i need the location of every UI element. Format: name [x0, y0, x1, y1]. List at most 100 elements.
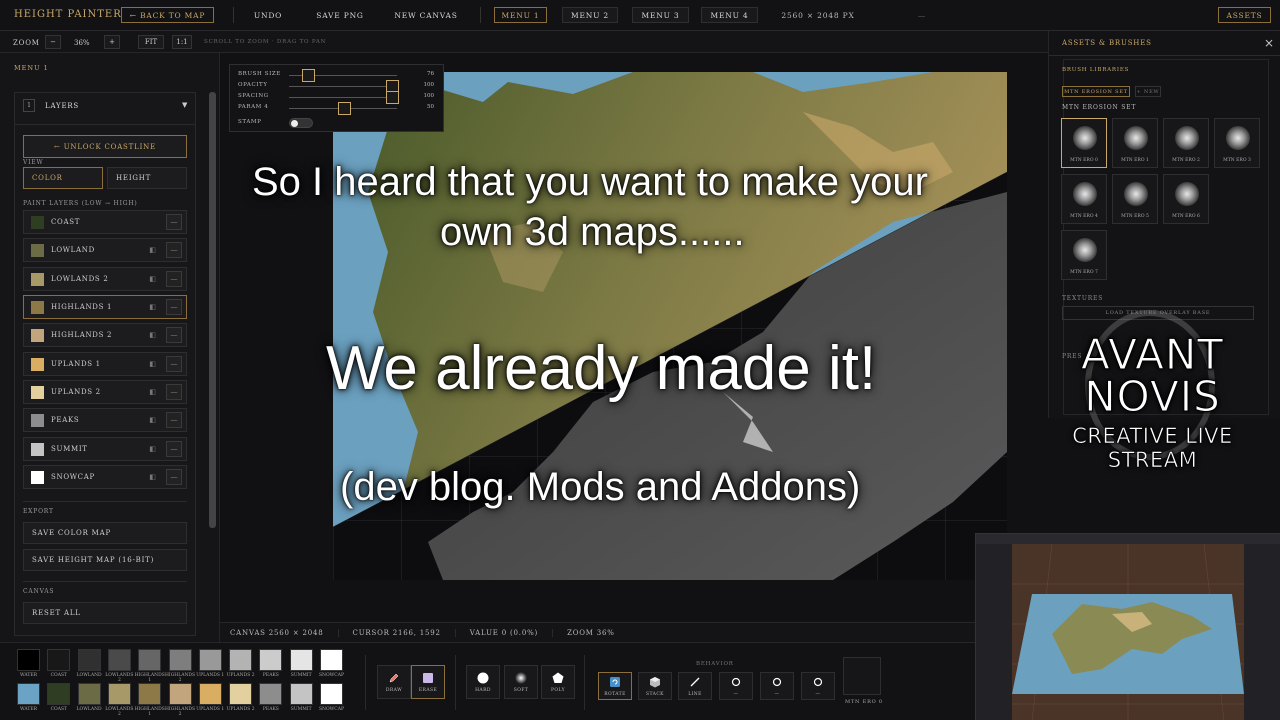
- visibility-icon[interactable]: ◧: [149, 360, 156, 368]
- library-set-button[interactable]: Mtn Erosion Set: [1062, 86, 1130, 97]
- save-color-map-button[interactable]: Save color map: [23, 522, 187, 544]
- new-canvas-button[interactable]: New Canvas: [390, 7, 462, 23]
- palette-swatch[interactable]: [138, 649, 162, 671]
- visibility-icon[interactable]: ◧: [149, 303, 156, 311]
- layer-row[interactable]: Peaks ◧ —: [23, 408, 187, 432]
- spacing-knob[interactable]: [386, 91, 400, 104]
- reset-all-button[interactable]: Reset all: [23, 602, 187, 624]
- layer-options-button[interactable]: —: [166, 242, 182, 258]
- palette-swatch[interactable]: [47, 649, 71, 671]
- assets-button[interactable]: Assets: [1218, 7, 1271, 23]
- palette-swatch[interactable]: [320, 649, 343, 671]
- layer-row[interactable]: Uplands 2 ◧ —: [23, 380, 187, 404]
- one-to-one-button[interactable]: 1:1: [172, 35, 192, 49]
- zoom-out-button[interactable]: −: [45, 35, 61, 49]
- soft-brush-tool[interactable]: Soft: [504, 665, 538, 699]
- layer-row[interactable]: Uplands 1 ◧ —: [23, 352, 187, 376]
- layer-options-button[interactable]: —: [166, 214, 182, 230]
- visibility-icon[interactable]: ◧: [149, 473, 156, 481]
- palette-swatch[interactable]: [17, 683, 40, 705]
- left-scrollbar[interactable]: [209, 92, 216, 528]
- brush-tile[interactable]: Mtn Ero 1: [1112, 118, 1158, 168]
- palette-swatch[interactable]: [77, 649, 101, 671]
- visibility-icon[interactable]: ◧: [149, 246, 156, 254]
- tab-menu-3[interactable]: Menu 3: [632, 7, 689, 23]
- tab-menu-4[interactable]: Menu 4: [701, 7, 758, 23]
- close-icon[interactable]: ×: [1264, 36, 1274, 50]
- layer-options-button[interactable]: —: [166, 327, 182, 343]
- palette-swatch[interactable]: [320, 683, 343, 705]
- palette-swatch[interactable]: [47, 683, 71, 705]
- visibility-icon[interactable]: ◧: [149, 331, 156, 339]
- collapse-chevron-icon[interactable]: ▼: [182, 101, 187, 109]
- layer-row[interactable]: Highlands 2 ◧ —: [23, 323, 187, 347]
- view-color-button[interactable]: Color: [23, 167, 103, 189]
- fit-button[interactable]: Fit: [138, 35, 164, 49]
- param4-knob[interactable]: [337, 102, 351, 115]
- brush-tile[interactable]: Mtn Ero 3: [1214, 118, 1260, 168]
- undo-button[interactable]: Undo: [245, 7, 291, 23]
- palette-swatch[interactable]: [107, 683, 131, 705]
- brush-tile[interactable]: Mtn Ero 6: [1163, 174, 1209, 224]
- layer-row[interactable]: Coast —: [23, 210, 187, 234]
- visibility-icon[interactable]: ◧: [149, 416, 156, 424]
- layer-options-button[interactable]: —: [166, 441, 182, 457]
- palette-swatch[interactable]: [289, 649, 313, 671]
- palette-swatch[interactable]: [77, 683, 101, 705]
- layer-row[interactable]: Lowland ◧ —: [23, 238, 187, 262]
- current-brush-preview[interactable]: [843, 657, 881, 695]
- palette-swatch[interactable]: [259, 649, 283, 671]
- draw-tool[interactable]: Draw: [377, 665, 411, 699]
- palette-swatch[interactable]: [289, 683, 313, 705]
- palette-swatch[interactable]: [107, 649, 131, 671]
- palette-swatch[interactable]: [198, 649, 222, 671]
- save-height-map-button[interactable]: Save height map (16-bit): [23, 549, 187, 571]
- palette-swatch[interactable]: [198, 683, 222, 705]
- palette-swatch[interactable]: [229, 649, 253, 671]
- palette-swatch[interactable]: [229, 683, 253, 705]
- layer-options-button[interactable]: —: [166, 469, 182, 485]
- brush-tile[interactable]: Mtn Ero 4: [1061, 174, 1107, 224]
- visibility-icon[interactable]: ◧: [149, 388, 156, 396]
- option-tool-3[interactable]: —: [801, 672, 835, 700]
- opacity-slider[interactable]: [289, 86, 397, 87]
- layer-row[interactable]: Lowlands 2 ◧ —: [23, 267, 187, 291]
- hard-brush-tool[interactable]: Hard: [466, 665, 500, 699]
- back-to-map-button[interactable]: ← Back to Map: [121, 7, 214, 23]
- brush-size-knob[interactable]: [301, 69, 315, 82]
- visibility-icon[interactable]: ◧: [149, 445, 156, 453]
- layer-options-button[interactable]: —: [166, 299, 182, 315]
- layer-options-button[interactable]: —: [166, 356, 182, 372]
- unlock-coastline-button[interactable]: ← Unlock Coastline: [23, 135, 187, 158]
- stamp-toggle[interactable]: [289, 118, 313, 128]
- brush-tile[interactable]: Mtn Ero 2: [1163, 118, 1209, 168]
- brush-tile[interactable]: Mtn Ero 7: [1061, 230, 1107, 280]
- layer-options-button[interactable]: —: [166, 271, 182, 287]
- poly-brush-tool[interactable]: Poly: [541, 665, 575, 699]
- palette-swatch[interactable]: [138, 683, 162, 705]
- save-png-button[interactable]: Save PNG: [307, 7, 373, 23]
- layer-options-button[interactable]: —: [166, 384, 182, 400]
- layer-row[interactable]: Snowcap ◧ —: [23, 465, 187, 489]
- zoom-in-button[interactable]: +: [104, 35, 120, 49]
- palette-swatch[interactable]: [168, 649, 192, 671]
- view-height-button[interactable]: Height: [107, 167, 187, 189]
- rotate-tool[interactable]: Rotate: [598, 672, 632, 700]
- layer-options-button[interactable]: —: [166, 412, 182, 428]
- option-tool-1[interactable]: —: [719, 672, 753, 700]
- brush-tile[interactable]: Mtn Ero 0: [1061, 118, 1107, 168]
- brush-tile[interactable]: Mtn Ero 5: [1112, 174, 1158, 224]
- spacing-slider[interactable]: [289, 97, 397, 98]
- new-library-button[interactable]: + New: [1135, 86, 1161, 97]
- stack-tool[interactable]: Stack: [638, 672, 672, 700]
- layer-row[interactable]: Highlands 1 ◧ —: [23, 295, 187, 319]
- tab-menu-1[interactable]: Menu 1: [494, 7, 547, 23]
- visibility-icon[interactable]: ◧: [149, 275, 156, 283]
- palette-swatch[interactable]: [259, 683, 283, 705]
- option-tool-2[interactable]: —: [760, 672, 794, 700]
- palette-swatch[interactable]: [168, 683, 192, 705]
- erase-tool[interactable]: Erase: [411, 665, 445, 699]
- layer-row[interactable]: Summit ◧ —: [23, 437, 187, 461]
- line-tool[interactable]: Line: [678, 672, 712, 700]
- palette-swatch[interactable]: [17, 649, 40, 671]
